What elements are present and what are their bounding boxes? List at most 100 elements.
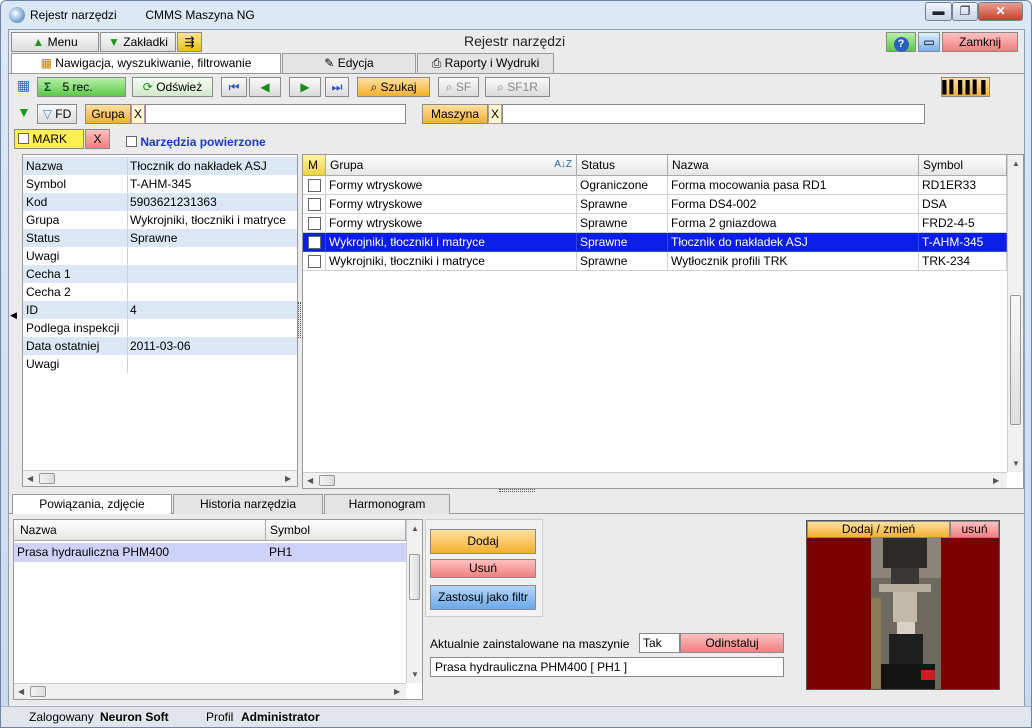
records-counter[interactable]: Σ 5 rec.: [37, 77, 126, 97]
grid-header-name[interactable]: Nazwa: [668, 155, 919, 176]
tab-links-photo[interactable]: Powiązania, zdjęcie: [12, 494, 172, 514]
app-icon[interactable]: [9, 7, 25, 23]
tree-view-icon[interactable]: ⇶: [177, 32, 202, 52]
table-row[interactable]: Formy wtryskowe Ograniczone Forma mocowani…: [303, 176, 1007, 195]
bookmarks-button[interactable]: ▼ Zakładki: [100, 32, 176, 52]
scroll-up-icon[interactable]: ▲: [411, 524, 419, 533]
tab-reports[interactable]: ⎙ Raporty i Wydruki: [417, 53, 554, 73]
details-row[interactable]: Data ostatniej 2011-03-06: [23, 337, 297, 355]
details-row[interactable]: Uwagi: [23, 247, 297, 265]
details-row[interactable]: Symbol T-AHM-345: [23, 175, 297, 193]
grid-cell-mark[interactable]: [303, 195, 326, 214]
fd-button[interactable]: ▽ FD: [37, 104, 77, 124]
details-hscrollbar[interactable]: ◀ ▶: [23, 470, 297, 486]
group-filter-input[interactable]: [145, 104, 406, 124]
grid-cell-mark[interactable]: [303, 252, 326, 271]
grid-header-group[interactable]: Grupa A↓Z: [326, 155, 577, 176]
grid-settings-icon[interactable]: ▦: [17, 77, 30, 94]
row-checkbox[interactable]: [308, 179, 321, 192]
search-button[interactable]: ⌕ Szukaj: [357, 77, 430, 97]
row-checkbox[interactable]: [308, 217, 321, 230]
details-row[interactable]: Cecha 1: [23, 265, 297, 283]
grid-hscroll-thumb[interactable]: [319, 475, 335, 486]
uninstall-button[interactable]: Odinstaluj: [680, 633, 784, 653]
tab-edit[interactable]: ✎ Edycja: [282, 53, 416, 73]
grid-vscrollbar[interactable]: ▲ ▼: [1007, 155, 1023, 472]
lent-tools-checkbox[interactable]: Narzędzia powierzone: [126, 135, 266, 149]
row-checkbox[interactable]: [308, 236, 321, 249]
row-checkbox[interactable]: [308, 198, 321, 211]
scroll-left-icon[interactable]: ◀: [307, 476, 313, 485]
grid-cell-mark[interactable]: [303, 214, 326, 233]
photo-remove-button[interactable]: usuń: [950, 521, 999, 538]
barcode-button[interactable]: ▌▍▌▌▍▌: [941, 77, 990, 97]
details-row[interactable]: Uwagi: [23, 355, 297, 373]
grid-hscrollbar[interactable]: ◀ ▶: [303, 472, 1007, 488]
remove-link-button[interactable]: Usuń: [430, 559, 536, 578]
scroll-down-icon[interactable]: ▼: [1012, 459, 1020, 468]
window-close-button[interactable]: ✕: [978, 2, 1023, 21]
maximize-button[interactable]: ❐: [952, 2, 978, 21]
table-row[interactable]: Wykrojniki, tłoczniki i matryce Sprawne Tł…: [303, 233, 1007, 252]
help-button[interactable]: ?: [886, 32, 916, 52]
scroll-right-icon[interactable]: ▶: [993, 476, 999, 485]
lent-tools-checkbox-box[interactable]: [126, 136, 137, 147]
grid-cell-mark[interactable]: [303, 176, 326, 195]
tab-navigation[interactable]: ▦ Nawigacja, wyszukiwanie, filtrowanie: [11, 53, 281, 73]
scroll-up-icon[interactable]: ▲: [1012, 159, 1020, 168]
details-row[interactable]: Podlega inspekcji: [23, 319, 297, 337]
last-record-button[interactable]: ⏭: [325, 77, 349, 97]
details-row[interactable]: Status Sprawne: [23, 229, 297, 247]
tab-tool-history[interactable]: Historia narzędzia: [173, 494, 323, 514]
refresh-button[interactable]: ⟳ Odśwież: [132, 77, 213, 97]
vertical-splitter[interactable]: [298, 302, 301, 338]
machine-filter-clear[interactable]: X: [488, 104, 502, 124]
scroll-right-icon[interactable]: ▶: [394, 687, 400, 696]
links-vscroll-thumb[interactable]: [409, 554, 420, 600]
details-row[interactable]: Kod 5903621231363: [23, 193, 297, 211]
links-hscroll-thumb[interactable]: [30, 686, 46, 697]
scroll-down-icon[interactable]: ▼: [411, 670, 419, 679]
grid-vscroll-thumb[interactable]: [1010, 295, 1021, 425]
mark-filter-toggle[interactable]: MARK: [14, 129, 84, 149]
links-header-name[interactable]: Nazwa: [14, 520, 266, 541]
group-filter-clear[interactable]: X: [131, 104, 145, 124]
collapse-left-icon[interactable]: ◀: [10, 310, 17, 321]
previous-record-button[interactable]: ◀: [249, 77, 281, 97]
photo-add-change-button[interactable]: Dodaj / zmień: [807, 521, 950, 538]
table-row[interactable]: Formy wtryskowe Sprawne Forma 2 gniazdowa F…: [303, 214, 1007, 233]
tab-schedule[interactable]: Harmonogram: [324, 494, 450, 514]
sf-button[interactable]: ⌕ SF: [438, 77, 479, 97]
scroll-left-icon[interactable]: ◀: [18, 687, 24, 696]
links-row[interactable]: Prasa hydrauliczna PHM400 PH1: [14, 543, 406, 562]
apply-as-filter-button[interactable]: Zastosuj jako filtr: [430, 585, 536, 610]
scroll-right-icon[interactable]: ▶: [285, 474, 291, 483]
add-link-button[interactable]: Dodaj: [430, 529, 536, 554]
filter-icon[interactable]: ▼: [17, 104, 31, 120]
minimize-button[interactable]: ▬: [925, 2, 952, 21]
scroll-left-icon[interactable]: ◀: [27, 474, 33, 483]
menu-button[interactable]: ▲ Menu: [11, 32, 99, 52]
details-row[interactable]: ID 4: [23, 301, 297, 319]
mark-checkbox[interactable]: [18, 133, 29, 144]
details-hscroll-thumb[interactable]: [39, 473, 55, 484]
table-row[interactable]: Formy wtryskowe Sprawne Forma DS4-002 DSA: [303, 195, 1007, 214]
grid-cell-mark[interactable]: [303, 233, 326, 252]
details-row[interactable]: Cecha 2: [23, 283, 297, 301]
details-row[interactable]: Nazwa Tłocznik do nakładek ASJ: [23, 157, 297, 175]
table-row[interactable]: Wykrojniki, tłoczniki i matryce Sprawne Wy…: [303, 252, 1007, 271]
sort-az-icon[interactable]: A↓Z: [554, 155, 572, 175]
details-row[interactable]: Grupa Wykrojniki, tłoczniki i matryce: [23, 211, 297, 229]
grid-header-mark[interactable]: M: [303, 155, 326, 176]
next-record-button[interactable]: ▶: [289, 77, 321, 97]
links-vscrollbar[interactable]: ▲ ▼: [406, 520, 422, 683]
close-form-button[interactable]: Zamknij: [942, 32, 1018, 52]
horizontal-splitter[interactable]: [499, 489, 535, 492]
sf1r-button[interactable]: ⌕ SF1R: [485, 77, 550, 97]
title-bar[interactable]: Rejestr narzędzi CMMS Maszyna NG ▬ ❐ ✕: [1, 1, 1031, 29]
window-mode-icon[interactable]: ▭: [918, 32, 940, 52]
machine-filter-input[interactable]: [502, 104, 925, 124]
links-hscrollbar[interactable]: ◀ ▶: [14, 683, 406, 699]
grid-header-status[interactable]: Status: [577, 155, 668, 176]
first-record-button[interactable]: ⏮: [221, 77, 247, 97]
